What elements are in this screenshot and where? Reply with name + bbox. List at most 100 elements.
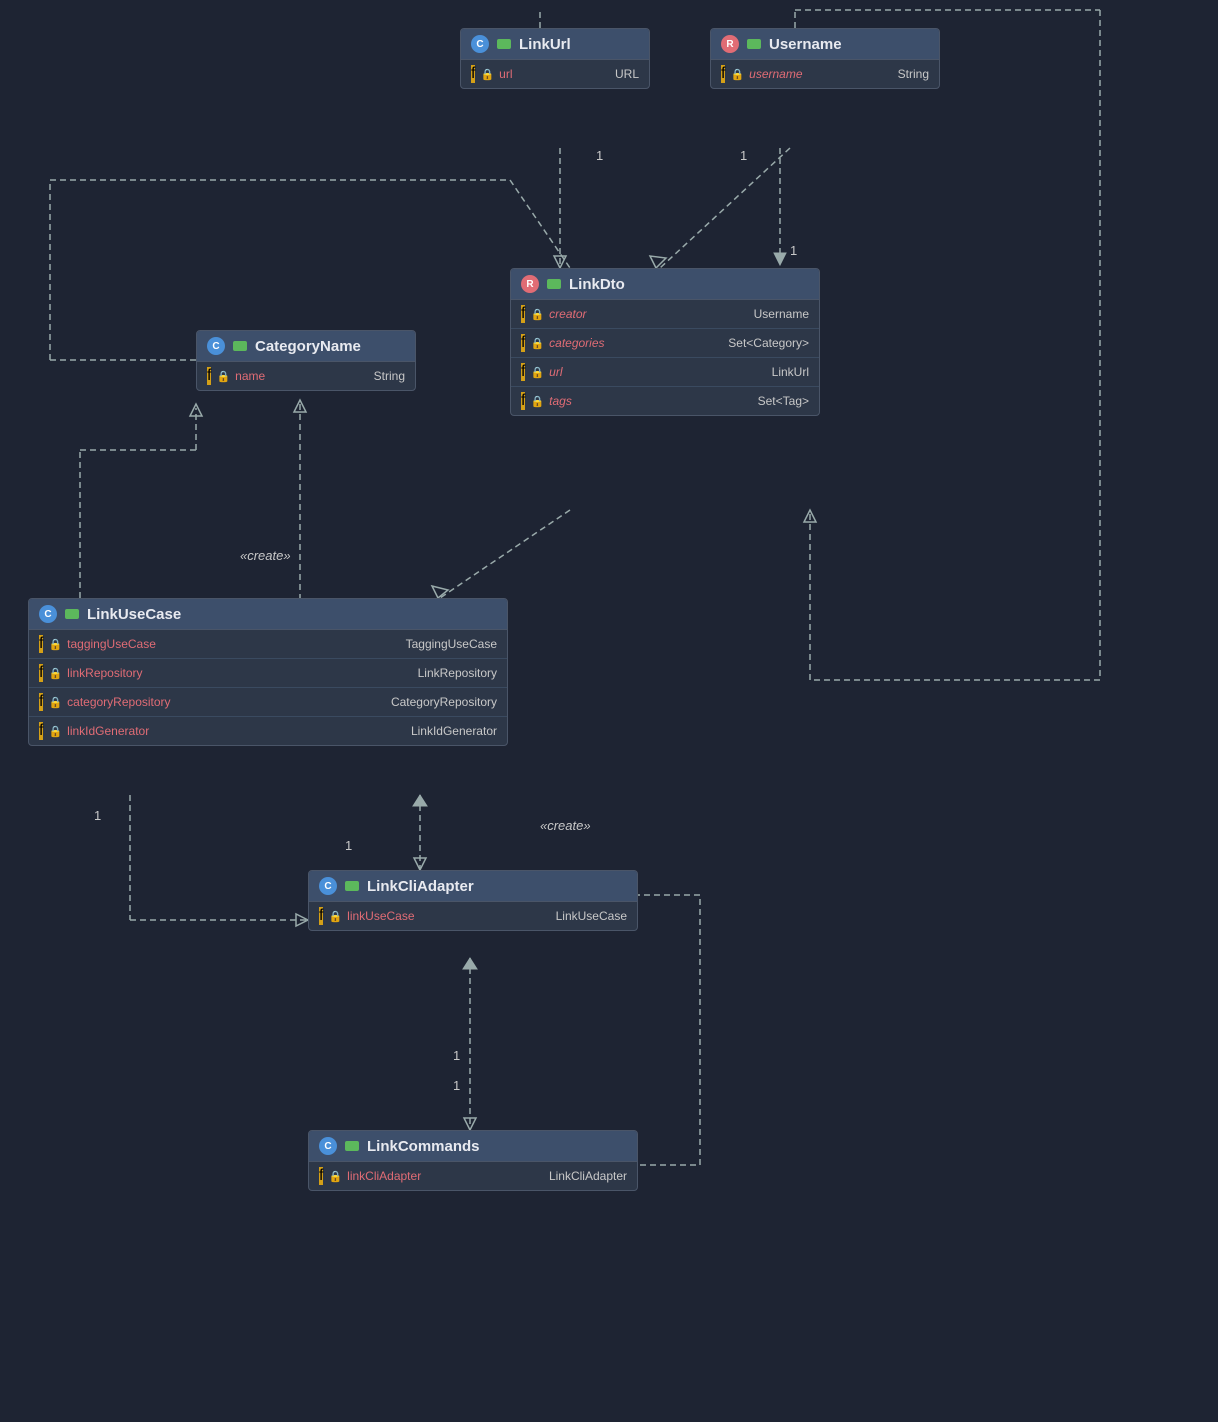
linkidgen-field-name: linkIdGenerator — [67, 724, 157, 738]
linkusecase-title: LinkUseCase — [87, 606, 181, 623]
tagging-field-type: TaggingUseCase — [406, 637, 497, 651]
f-icon7: f — [207, 367, 211, 385]
linkusecase-field-catrepo: f 🔒 categoryRepository CategoryRepositor… — [29, 688, 507, 717]
linkdto-field-categories: f 🔒 categories Set<Category> — [511, 329, 819, 358]
linkcommands-green-rect — [345, 1141, 359, 1151]
linkidgen-field-type: LinkIdGenerator — [411, 724, 497, 738]
f-icon8: f — [39, 635, 43, 653]
f-icon11: f — [39, 722, 43, 740]
linkrepo-field-name: linkRepository — [67, 666, 157, 680]
lock-icon7: 🔒 — [216, 370, 230, 383]
username-header: R Username — [711, 29, 939, 60]
username-field-type: String — [898, 67, 929, 81]
linkusecase-badge: C — [39, 605, 57, 623]
tags-field-type: Set<Tag> — [758, 394, 809, 408]
f-icon13: f — [319, 1167, 323, 1185]
svg-text:1: 1 — [453, 1048, 460, 1063]
lock-icon9: 🔒 — [48, 667, 62, 680]
username-class: R Username f 🔒 username String — [710, 28, 940, 89]
linkrepo-field-type: LinkRepository — [418, 666, 497, 680]
categoryname-class: C CategoryName f 🔒 name String — [196, 330, 416, 391]
linkcommands-title: LinkCommands — [367, 1138, 480, 1155]
linkurl-badge: C — [471, 35, 489, 53]
creator-field-name: creator — [549, 307, 639, 321]
diagram-container: 1 1 1 1 1 1 1 «create» «create» C LinkUr… — [0, 0, 1218, 1422]
linkusecase-class: C LinkUseCase f 🔒 taggingUseCase Tagging… — [28, 598, 508, 746]
linkcli-header: C LinkCliAdapter — [309, 871, 637, 902]
url-field-name: url — [499, 67, 589, 81]
linkurl-title: LinkUrl — [519, 36, 571, 53]
linkdto-title: LinkDto — [569, 276, 625, 293]
lock-icon12: 🔒 — [328, 910, 342, 923]
svg-text:1: 1 — [453, 1078, 460, 1093]
linkdto-field-tags: f 🔒 tags Set<Tag> — [511, 387, 819, 415]
tagging-field-name: taggingUseCase — [67, 637, 157, 651]
tags-field-name: tags — [549, 394, 639, 408]
linkdto-url-field-name: url — [549, 365, 639, 379]
linkdto-green-rect — [547, 279, 561, 289]
name-field-type: String — [374, 369, 405, 383]
f-icon9: f — [39, 664, 43, 682]
linkcli-linkusecase-name: linkUseCase — [347, 909, 437, 923]
username-field-name: username — [749, 67, 839, 81]
f-icon12: f — [319, 907, 323, 925]
catrepo-field-type: CategoryRepository — [391, 695, 497, 709]
linkusecase-header: C LinkUseCase — [29, 599, 507, 630]
f-icon4: f — [521, 334, 525, 352]
linkurl-class: C LinkUrl f 🔒 url URL — [460, 28, 650, 89]
lock-icon3: 🔒 — [530, 308, 544, 321]
linkcli-badge: C — [319, 877, 337, 895]
lock-icon6: 🔒 — [530, 395, 544, 408]
adapter-field-name: linkCliAdapter — [347, 1169, 437, 1183]
creator-field-type: Username — [754, 307, 809, 321]
linkdto-field-creator: f 🔒 creator Username — [511, 300, 819, 329]
lock-icon: 🔒 — [480, 68, 494, 81]
lock-icon8: 🔒 — [48, 638, 62, 651]
linkdto-header: R LinkDto — [511, 269, 819, 300]
linkurl-green-rect — [497, 39, 511, 49]
linkdto-url-field-type: LinkUrl — [772, 365, 809, 379]
linkcommands-class: C LinkCommands f 🔒 linkCliAdapter LinkCl… — [308, 1130, 638, 1191]
lock-icon11: 🔒 — [48, 725, 62, 738]
linkusecase-field-linkrepo: f 🔒 linkRepository LinkRepository — [29, 659, 507, 688]
linkusecase-field-tagging: f 🔒 taggingUseCase TaggingUseCase — [29, 630, 507, 659]
lock-icon13: 🔒 — [328, 1170, 342, 1183]
linkusecase-green-rect — [65, 609, 79, 619]
categoryname-badge: C — [207, 337, 225, 355]
linkdto-class: R LinkDto f 🔒 creator Username f 🔒 categ… — [510, 268, 820, 416]
linkcommands-badge: C — [319, 1137, 337, 1155]
linkcli-class: C LinkCliAdapter f 🔒 linkUseCase LinkUse… — [308, 870, 638, 931]
f-icon3: f — [521, 305, 525, 323]
categoryname-title: CategoryName — [255, 338, 361, 355]
categoryname-field-name: f 🔒 name String — [197, 362, 415, 390]
f-icon6: f — [521, 392, 525, 410]
svg-text:«create»: «create» — [240, 548, 291, 563]
linkcommands-header: C LinkCommands — [309, 1131, 637, 1162]
categoryname-header: C CategoryName — [197, 331, 415, 362]
svg-text:1: 1 — [596, 148, 603, 163]
username-badge: R — [721, 35, 739, 53]
username-green-rect — [747, 39, 761, 49]
lock-icon5: 🔒 — [530, 366, 544, 379]
lock-icon10: 🔒 — [48, 696, 62, 709]
f-icon10: f — [39, 693, 43, 711]
categories-field-name: categories — [549, 336, 639, 350]
svg-text:1: 1 — [740, 148, 747, 163]
categories-field-type: Set<Category> — [728, 336, 809, 350]
linkcli-green-rect — [345, 881, 359, 891]
linkurl-header: C LinkUrl — [461, 29, 649, 60]
linkdto-field-url: f 🔒 url LinkUrl — [511, 358, 819, 387]
svg-text:1: 1 — [94, 808, 101, 823]
f-icon5: f — [521, 363, 525, 381]
url-field-type: URL — [615, 67, 639, 81]
lock-icon4: 🔒 — [530, 337, 544, 350]
categoryname-green-rect — [233, 341, 247, 351]
linkusecase-field-linkidgen: f 🔒 linkIdGenerator LinkIdGenerator — [29, 717, 507, 745]
linkcli-title: LinkCliAdapter — [367, 878, 474, 895]
svg-text:1: 1 — [790, 243, 797, 258]
linkcli-linkusecase-type: LinkUseCase — [556, 909, 627, 923]
adapter-field-type: LinkCliAdapter — [549, 1169, 627, 1183]
catrepo-field-name: categoryRepository — [67, 695, 170, 709]
field-f-icon: f — [471, 65, 475, 83]
username-field-username: f 🔒 username String — [711, 60, 939, 88]
